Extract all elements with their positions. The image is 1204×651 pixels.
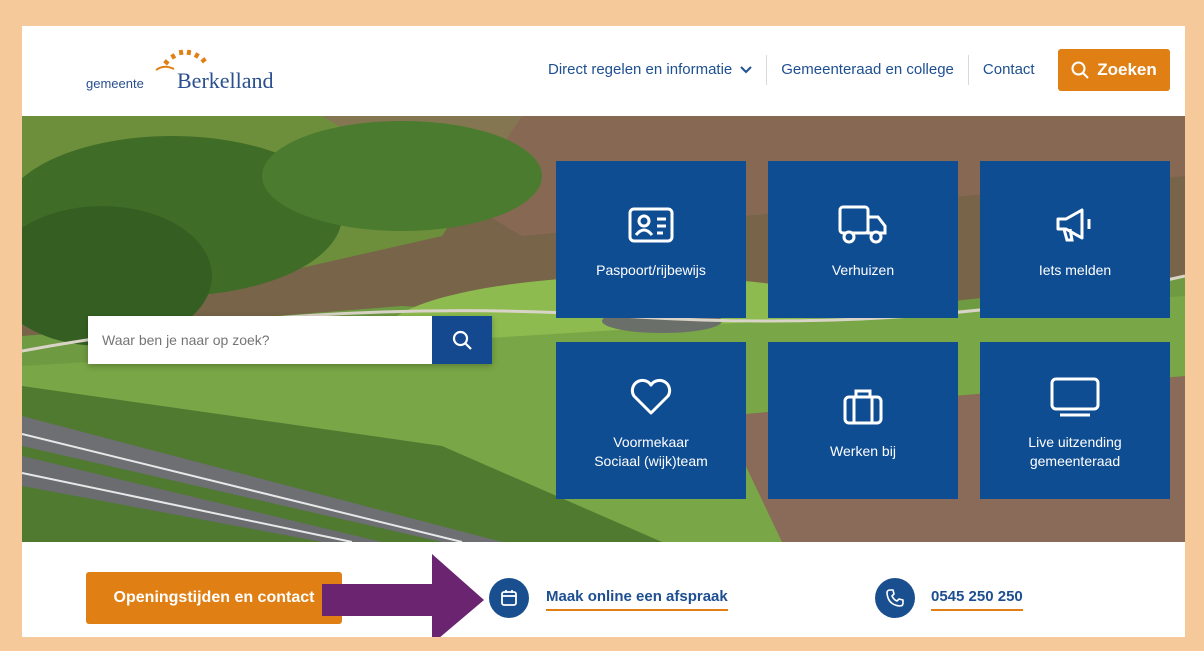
monitor-icon [1050,377,1100,416]
nav-gemeenteraad-label: Gemeenteraad en college [781,61,954,78]
tile-verhuizen[interactable]: Verhuizen [768,161,958,318]
nav-direct-regelen-label: Direct regelen en informatie [548,61,733,78]
logo-text-gemeente: gemeente [86,76,144,91]
main-nav: Direct regelen en informatie Gemeenteraa… [534,50,1049,90]
hero-search-bar [88,316,492,364]
tile-werken-bij[interactable]: Werken bij [768,342,958,499]
nav-gemeenteraad[interactable]: Gemeenteraad en college [767,55,968,85]
id-card-icon [628,207,674,243]
calendar-icon [501,590,517,606]
search-icon [1071,61,1089,79]
site-header: gemeente Berkelland Direct regelen en in… [22,26,1185,116]
nav-contact-label: Contact [982,61,1035,78]
truck-icon [838,205,887,244]
calendar-icon-badge [489,578,529,618]
hero-search-input[interactable] [88,316,432,364]
hero-search-submit[interactable] [432,316,492,364]
tile-voormekaar[interactable]: Voormekaar Sociaal (wijk)team [556,342,746,499]
tile-label: Paspoort/rijbewijs [596,262,706,278]
phone-link[interactable]: 0545 250 250 [931,588,1023,611]
tile-live-uitzending[interactable]: Live uitzending gemeenteraad [980,342,1170,499]
header-search-button[interactable]: Zoeken [1058,49,1170,91]
nav-direct-regelen[interactable]: Direct regelen en informatie [534,55,766,85]
hero-section: Paspoort/rijbewijs Verhuizen [22,116,1185,542]
phone-icon-badge [875,578,915,618]
contact-bar: Openingstijden en contact Maak online ee… [22,542,1185,637]
heart-icon [630,378,672,414]
chevron-down-icon [740,66,752,74]
header-search-label: Zoeken [1097,60,1157,79]
search-icon [452,330,472,350]
tile-iets-melden[interactable]: Iets melden [980,161,1170,318]
phone-icon [886,589,904,607]
tile-paspoort-rijbewijs[interactable]: Paspoort/rijbewijs [556,161,746,318]
tile-label: Werken bij [830,443,896,459]
tile-label: Verhuizen [831,262,895,278]
tile-label: Iets melden [1038,262,1112,278]
tile-label: Live uitzending gemeenteraad [1028,433,1122,469]
page-frame: gemeente Berkelland Direct regelen en in… [22,26,1185,637]
megaphone-icon [1056,208,1091,242]
tile-label: Voormekaar Sociaal (wijk)team [594,433,708,469]
openingstijden-button[interactable]: Openingstijden en contact [86,572,342,624]
nav-contact[interactable]: Contact [969,55,1049,85]
logo-text-berkelland: Berkelland [177,68,274,93]
appointment-link[interactable]: Maak online een afspraak [546,588,728,611]
briefcase-icon [843,389,883,425]
